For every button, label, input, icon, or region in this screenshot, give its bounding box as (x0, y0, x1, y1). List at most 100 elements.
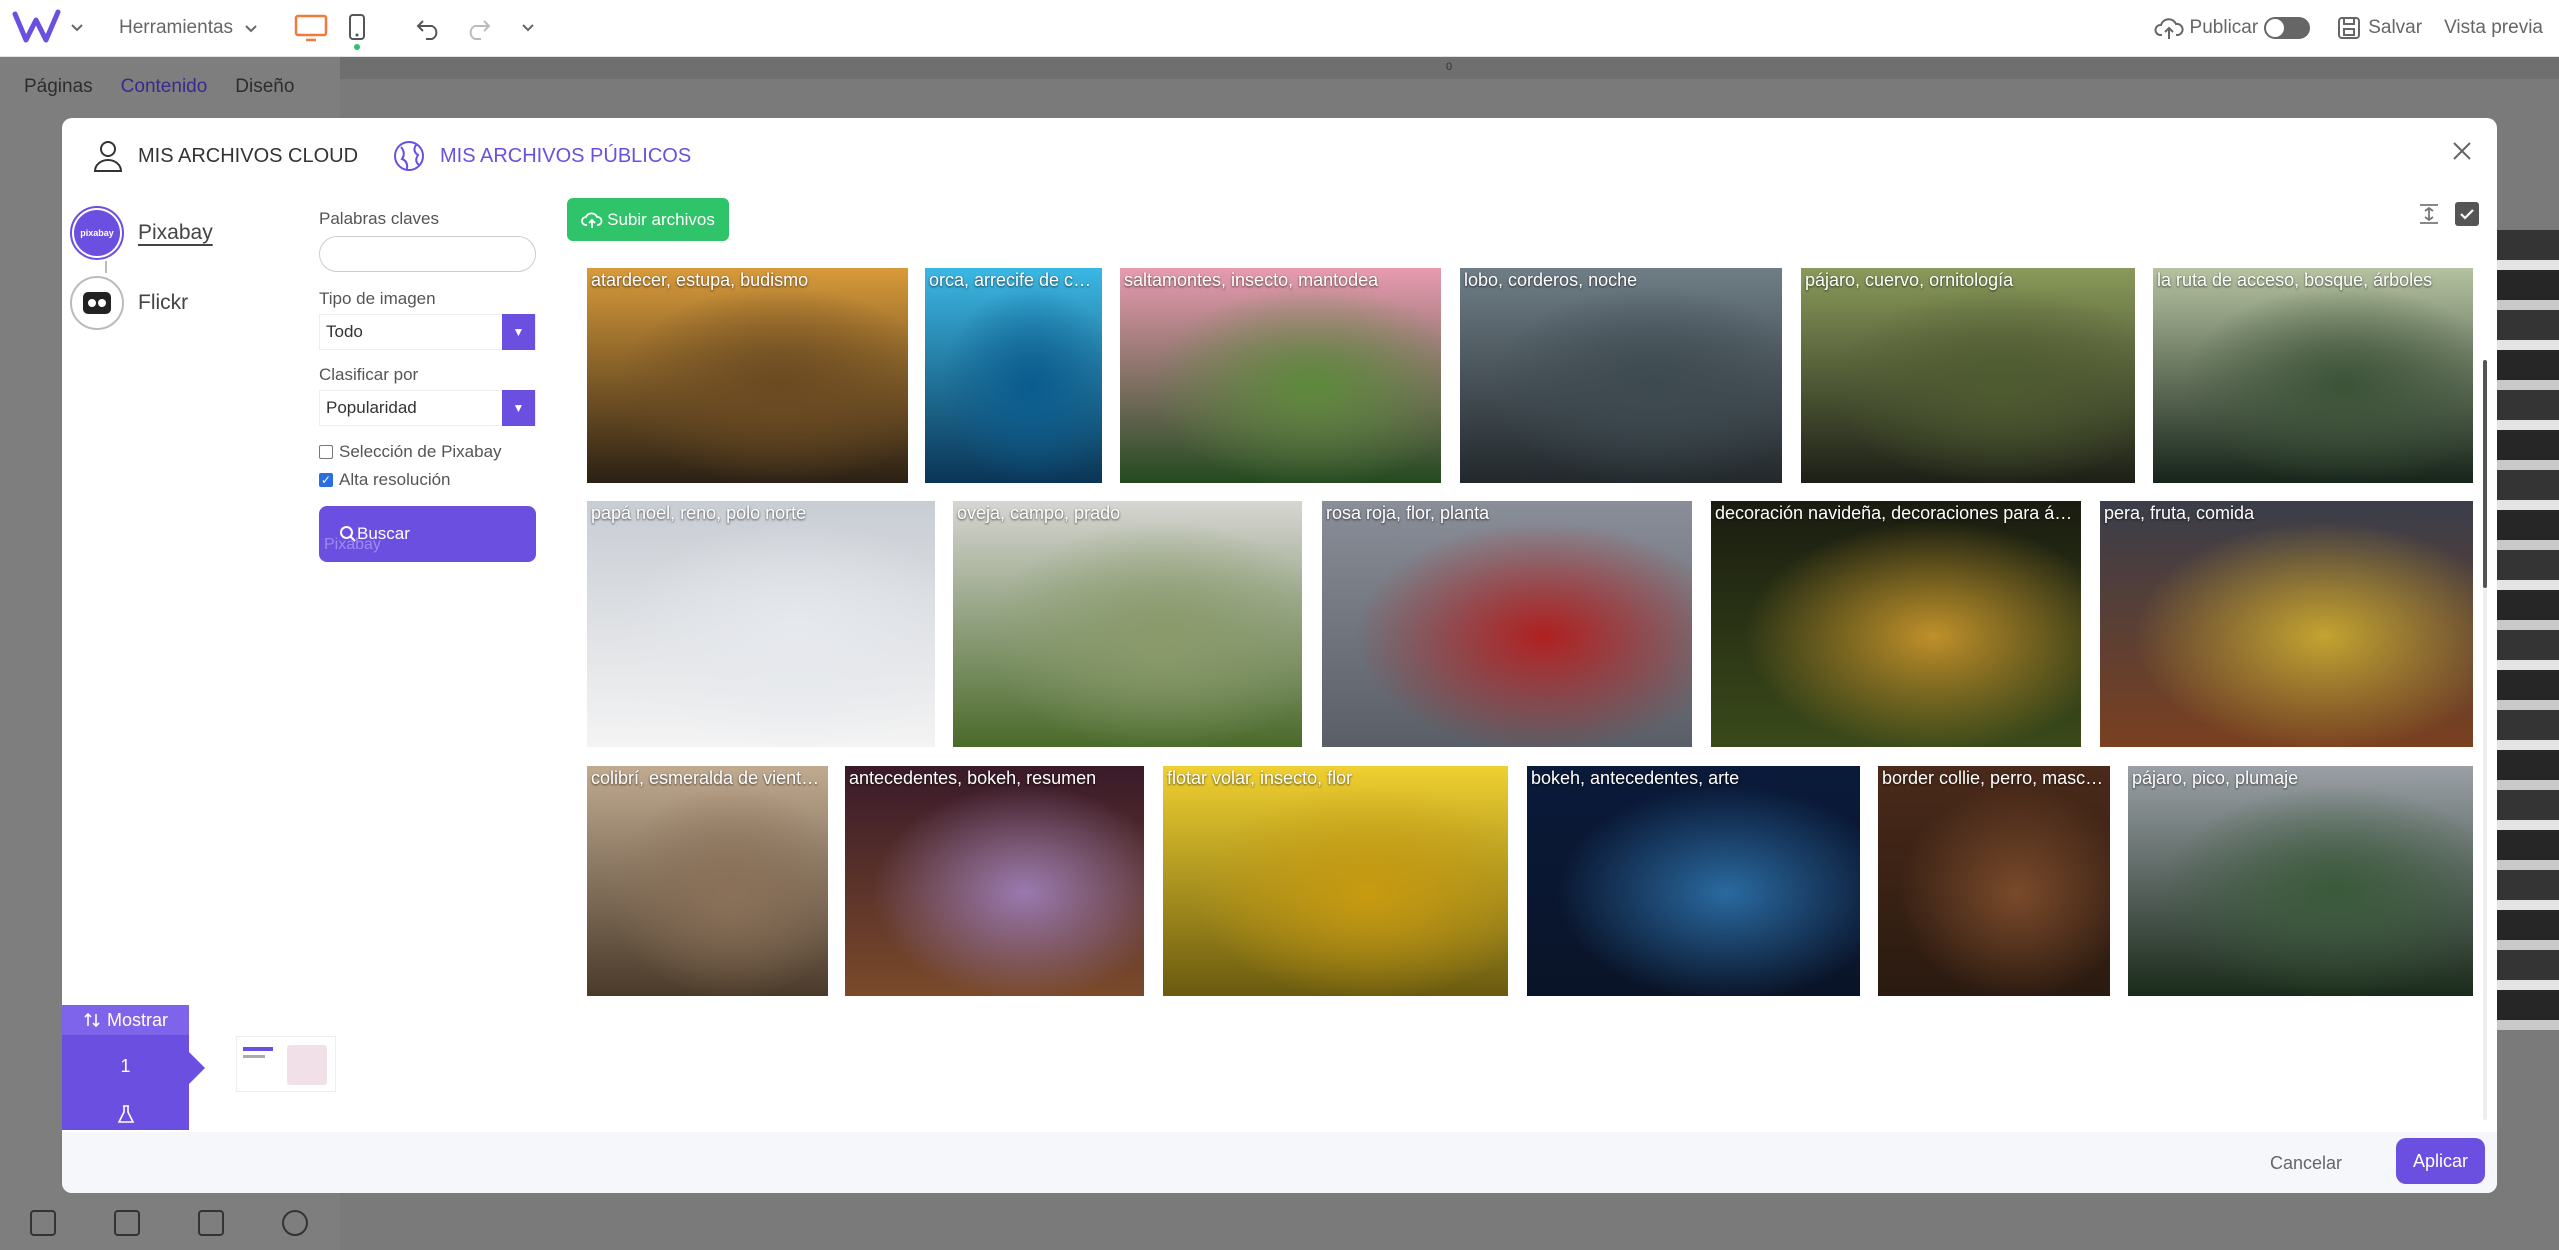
tab-content[interactable]: Contenido (121, 76, 208, 98)
keywords-input[interactable] (319, 236, 536, 272)
gallery-image[interactable]: saltamontes, insecto, mantodea (1120, 268, 1441, 483)
top-bar: Herramientas Publicar Salvar Vista previ… (0, 0, 2559, 57)
gallery-image[interactable]: papá noel, reno, polo norte (587, 501, 935, 747)
ruler-zero: 0 (1446, 61, 1453, 73)
image-caption: pájaro, pico, plumaje (2132, 768, 2299, 788)
keywords-label: Palabras claves (319, 209, 440, 228)
tab-cloud-files[interactable]: MIS ARCHIVOS CLOUD (92, 138, 358, 174)
caret-down-icon: ▼ (502, 314, 535, 350)
undo-icon[interactable] (411, 10, 447, 46)
page-pointer-icon (189, 1052, 205, 1084)
search-filters: Palabras claves Tipo de imagen Todo ▼ Cl… (319, 206, 597, 562)
search-ghost-text: Pixabay (324, 536, 381, 553)
gallery-image[interactable]: flotar volar, insecto, flor (1163, 766, 1508, 996)
chevron-down-icon[interactable] (66, 16, 88, 38)
image-caption: colibrí, esmeralda de vientre brillante (591, 768, 828, 788)
image-type-select[interactable]: Todo ▼ (319, 314, 536, 350)
publish-control[interactable]: Publicar (2154, 15, 2311, 41)
source-label: Pixabay (138, 221, 213, 244)
checkbox-checked[interactable]: ✓ (319, 473, 333, 487)
gallery-image[interactable]: pera, fruta, comida (2100, 501, 2473, 747)
image-caption: border collie, perro, mascota (1882, 768, 2110, 788)
publish-toggle[interactable] (2264, 17, 2311, 39)
sort-arrows-icon (84, 1012, 100, 1028)
cloud-upload-icon (2154, 18, 2184, 39)
tab-public-files[interactable]: MIS ARCHIVOS PÚBLICOS (392, 138, 691, 174)
active-dot (354, 44, 360, 50)
source-label: Flickr (138, 291, 189, 314)
gallery-image[interactable]: pájaro, cuervo, ornitología (1801, 268, 2135, 483)
image-caption: pera, fruta, comida (2104, 503, 2255, 523)
duplicate-icon[interactable] (30, 1209, 56, 1236)
chevron-down-icon (245, 25, 257, 33)
sort-value: Popularidad (326, 398, 417, 417)
image-caption: lobo, corderos, noche (1464, 270, 1638, 290)
desktop-view-icon[interactable] (293, 10, 329, 46)
chevron-down-icon[interactable] (517, 16, 539, 38)
gallery-image[interactable]: orca, arrecife de coral (925, 268, 1102, 483)
trash-icon[interactable] (114, 1209, 140, 1236)
gallery-image[interactable]: pájaro, pico, plumaje (2128, 766, 2473, 996)
save-icon (2338, 17, 2361, 39)
image-caption: orca, arrecife de coral (929, 270, 1102, 290)
gallery-image[interactable]: rosa roja, flor, planta (1322, 501, 1692, 747)
cancel-button[interactable]: Cancelar (2270, 1144, 2342, 1182)
high-res-checkbox[interactable]: ✓ Alta resolución (319, 466, 597, 494)
page-strip: Mostrar 1 (62, 1005, 189, 1130)
page-thumbnail[interactable] (236, 1036, 336, 1092)
gallery-image[interactable]: bokeh, antecedentes, arte (1527, 766, 1860, 996)
source-flickr[interactable]: Flickr (70, 273, 320, 333)
image-sources: pixabay Pixabay Flickr (70, 203, 320, 343)
search-button[interactable]: Buscar Pixabay (319, 506, 536, 562)
gallery-scroll-thumb[interactable] (2483, 360, 2487, 588)
gallery-image[interactable]: atardecer, estupa, budismo (587, 268, 908, 483)
tab-design[interactable]: Diseño (235, 76, 294, 98)
save-button[interactable]: Salvar (2336, 15, 2422, 41)
preview-button[interactable]: Vista previa (2444, 17, 2543, 39)
upload-files-button[interactable]: Subir archivos (567, 198, 729, 241)
modal-header: MIS ARCHIVOS CLOUD MIS ARCHIVOS PÚBLICOS (62, 118, 2497, 193)
close-button[interactable] (2447, 136, 2477, 166)
modal-footer: Cancelar Aplicar (62, 1132, 2497, 1193)
gallery-image[interactable]: oveja, campo, prado (953, 501, 1302, 747)
tab-pages[interactable]: Páginas (24, 76, 93, 98)
select-all-icon[interactable] (2455, 202, 2479, 226)
sort-select[interactable]: Popularidad ▼ (319, 390, 536, 426)
caret-down-icon: ▼ (502, 390, 535, 426)
view-options (2417, 202, 2479, 226)
tools-label: Herramientas (119, 17, 234, 38)
image-type-value: Todo (326, 322, 363, 341)
image-caption: pájaro, cuervo, ornitología (1805, 270, 2014, 290)
gallery-image[interactable]: lobo, corderos, noche (1460, 268, 1782, 483)
gallery-image[interactable]: border collie, perro, mascota (1878, 766, 2110, 996)
canvas-edge-preview (2497, 230, 2559, 1030)
pixabay-selection-checkbox[interactable]: Selección de Pixabay (319, 438, 597, 466)
flask-icon[interactable] (62, 1097, 189, 1130)
checkbox-unchecked[interactable] (319, 445, 333, 459)
gallery-image[interactable]: colibrí, esmeralda de vientre brillante (587, 766, 828, 996)
gallery-image[interactable]: la ruta de acceso, bosque, árboles (2153, 268, 2473, 483)
redo-icon[interactable] (460, 10, 496, 46)
image-caption: papá noel, reno, polo norte (591, 503, 807, 523)
show-pages-button[interactable]: Mostrar (62, 1005, 189, 1035)
editor-bottom-tools (0, 1195, 340, 1250)
image-caption: bokeh, antecedentes, arte (1531, 768, 1740, 788)
source-pixabay[interactable]: pixabay Pixabay (70, 203, 320, 273)
gallery-image[interactable]: antecedentes, bokeh, resumen (845, 766, 1144, 996)
apply-button[interactable]: Aplicar (2396, 1138, 2485, 1184)
pixabay-selection-label: Selección de Pixabay (339, 442, 502, 461)
expand-vertical-icon[interactable] (2417, 202, 2441, 226)
page-number[interactable]: 1 (62, 1035, 189, 1097)
image-caption: antecedentes, bokeh, resumen (849, 768, 1097, 788)
source-connector (105, 261, 107, 273)
eye-icon[interactable] (282, 1209, 308, 1236)
image-caption: saltamontes, insecto, mantodea (1124, 270, 1379, 290)
tools-menu[interactable]: Herramientas (119, 10, 259, 46)
layers-icon[interactable] (198, 1209, 224, 1236)
image-caption: la ruta de acceso, bosque, árboles (2157, 270, 2433, 290)
save-label: Salvar (2368, 17, 2423, 38)
app-logo-icon[interactable] (12, 8, 62, 46)
mobile-view-icon[interactable] (339, 10, 375, 50)
gallery-image[interactable]: decoración navideña, decoraciones para á… (1711, 501, 2081, 747)
image-caption: flotar volar, insecto, flor (1167, 768, 1353, 788)
